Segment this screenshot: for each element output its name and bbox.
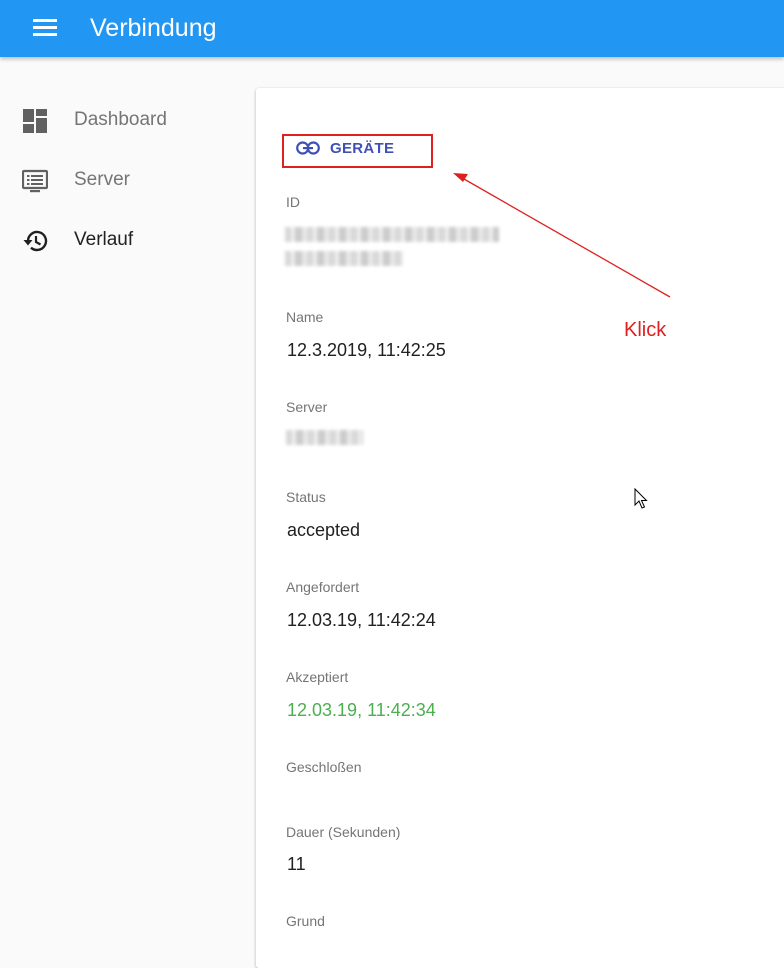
dashboard-icon — [23, 109, 47, 133]
sidebar-item-server[interactable]: Server — [0, 150, 256, 210]
field-value-dauer: 11 — [287, 854, 306, 874]
mouse-cursor-icon — [634, 488, 648, 509]
history-icon — [23, 230, 48, 252]
field-label-geschlossen: Geschloßen — [286, 759, 362, 775]
sidebar-item-dashboard[interactable]: Dashboard — [0, 90, 256, 150]
annotation-klick: Klick — [624, 319, 667, 341]
page-title: Verbindung — [90, 14, 217, 42]
field-label-dauer: Dauer (Sekunden) — [286, 824, 401, 840]
sidebar-item-label: Dashboard — [74, 109, 167, 130]
field-label-id: ID — [286, 194, 300, 210]
field-value-akzeptiert: 12.03.19, 11:42:34 — [287, 700, 436, 720]
highlight-box — [282, 134, 433, 168]
sidebar-item-verlauf[interactable]: Verlauf — [0, 210, 256, 270]
field-label-akzeptiert: Akzeptiert — [286, 669, 349, 685]
annotation-arrow — [453, 173, 671, 298]
field-value-name: 12.3.2019, 11:42:25 — [287, 340, 446, 360]
redacted-server — [286, 430, 363, 445]
monitor-icon — [22, 169, 48, 193]
sidebar-item-label: Server — [74, 169, 130, 190]
field-label-server: Server — [286, 399, 328, 415]
menu-icon — [33, 19, 57, 36]
field-label-name: Name — [286, 309, 324, 325]
field-value-angefordert: 12.03.19, 11:42:24 — [287, 610, 436, 630]
sidebar-item-label: Verlauf — [74, 229, 134, 250]
redacted-id-line-2 — [285, 251, 403, 266]
field-label-grund: Grund — [286, 913, 325, 929]
app-bar: Verbindung — [0, 0, 784, 57]
field-label-angefordert: Angefordert — [286, 579, 360, 595]
menu-button[interactable] — [22, 11, 68, 45]
sidebar: Dashboard Server Verlauf — [0, 57, 256, 954]
field-label-status: Status — [286, 489, 326, 505]
field-value-status: accepted — [287, 520, 361, 540]
